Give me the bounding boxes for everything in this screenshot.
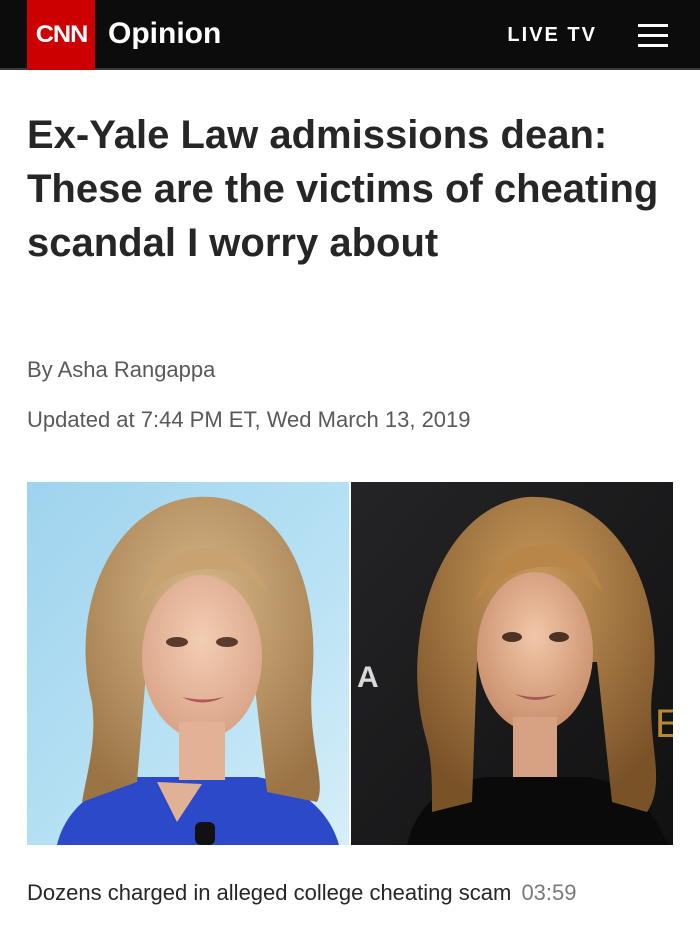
video-duration: 03:59 (521, 880, 577, 905)
article-timestamp: Updated at 7:44 PM ET, Wed March 13, 201… (27, 407, 471, 432)
cnn-logo-text: CNN (35, 21, 87, 48)
cnn-logo[interactable]: CNN (27, 0, 95, 70)
video-caption-text: Dozens charged in alleged college cheati… (27, 880, 512, 905)
video-caption[interactable]: Dozens charged in alleged college cheati… (27, 878, 577, 908)
live-tv-link[interactable]: LIVE TV (507, 22, 597, 48)
svg-text:E: E (655, 702, 673, 746)
top-nav-bar: CNN Opinion LIVE TV (0, 0, 700, 70)
svg-text:A: A (357, 661, 379, 694)
article-byline[interactable]: By Asha Rangappa (27, 355, 215, 385)
hamburger-menu-icon[interactable] (638, 21, 668, 51)
video-thumbnail[interactable]: A E (27, 482, 673, 845)
section-title[interactable]: Opinion (108, 15, 221, 53)
article-headline: Ex-Yale Law admissions dean: These are t… (27, 113, 659, 265)
thumbnail-photo: A E (27, 482, 673, 845)
